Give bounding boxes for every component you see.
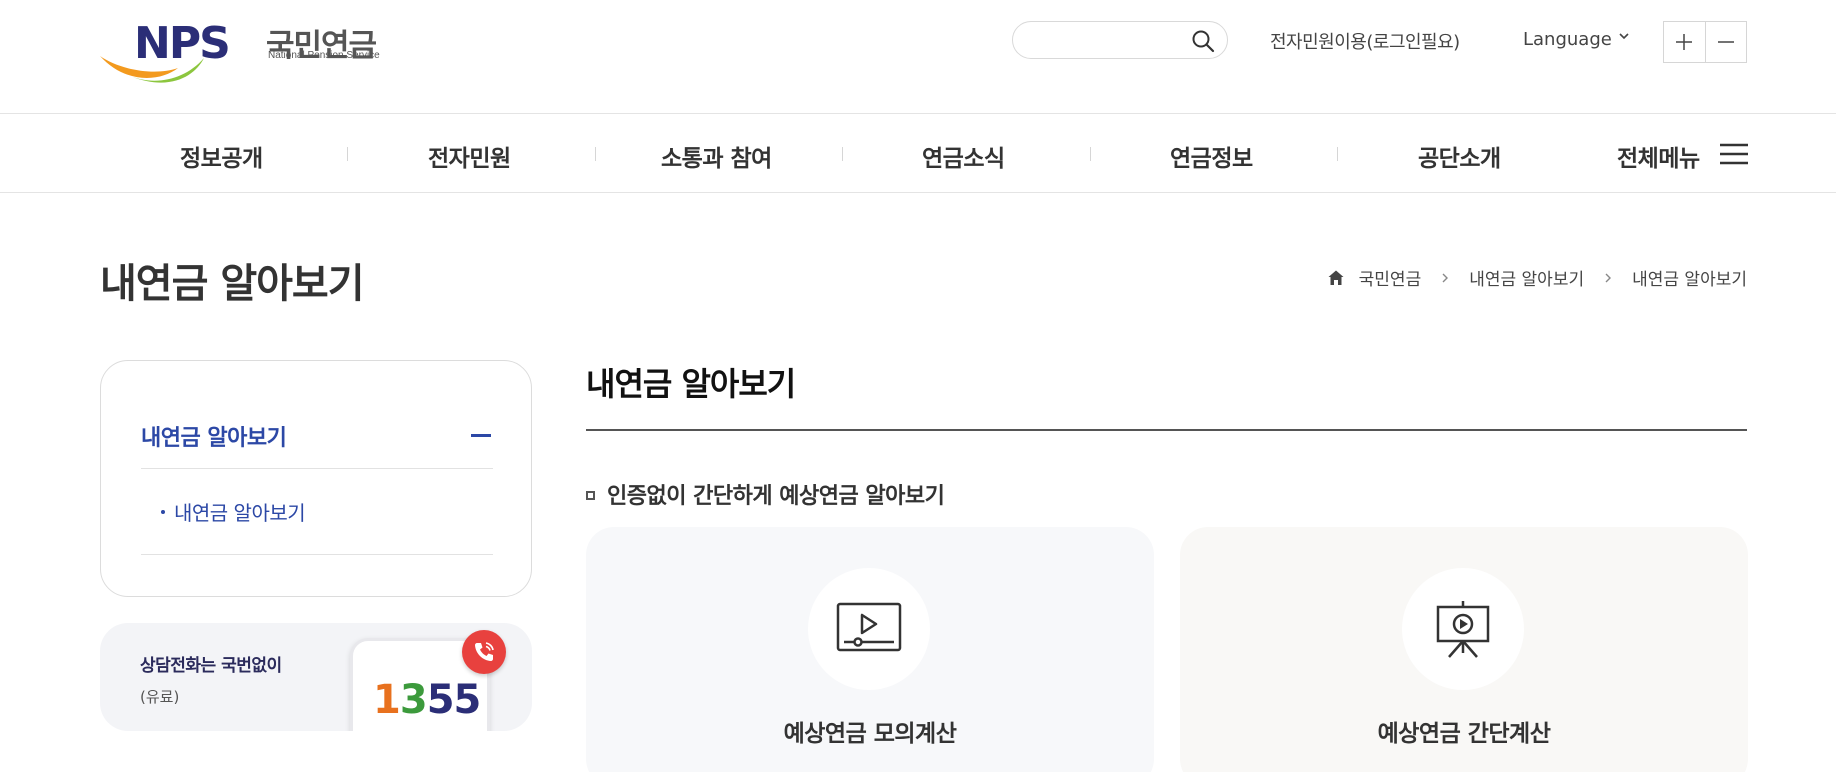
number-part: 55 — [426, 677, 482, 723]
search-button[interactable] — [1191, 29, 1215, 53]
chevron-down-icon — [1619, 33, 1629, 40]
section-heading: 인증없이 간단하게 예상연금 알아보기 — [586, 478, 945, 510]
bullet-dot-icon — [161, 509, 165, 514]
search-box — [1012, 21, 1228, 59]
side-menu: 내연금 알아보기 내연금 알아보기 — [100, 360, 532, 597]
language-label: Language — [1523, 29, 1612, 50]
gnb-item-e-civil[interactable]: 전자민원 — [428, 139, 511, 173]
card-pension-mock-calculation[interactable]: 예상연금 모의계산 — [586, 527, 1154, 772]
page-title: 내연금 알아보기 — [100, 261, 365, 307]
hamburger-menu-icon[interactable] — [1720, 142, 1748, 166]
side-menu-sub-item-label: 내연금 알아보기 — [174, 501, 306, 525]
card-icon-circle — [808, 568, 930, 690]
video-play-icon — [836, 602, 902, 652]
divider — [141, 468, 493, 469]
nps-logo-mark: NPS — [100, 18, 231, 83]
collapse-minus-icon[interactable] — [471, 434, 491, 437]
language-selector[interactable]: Language — [1523, 29, 1629, 50]
call-center-number: 1355 — [373, 677, 482, 723]
square-bullet-icon — [586, 491, 595, 500]
card-icon-circle — [1402, 568, 1524, 690]
section-heading-text: 인증없이 간단하게 예상연금 알아보기 — [607, 484, 945, 509]
call-banner-subtitle: (유료) — [140, 688, 180, 706]
minus-icon — [1717, 41, 1734, 43]
number-part: 3 — [399, 677, 428, 723]
chevron-right-icon — [1442, 273, 1449, 282]
gnb-item-pension-info[interactable]: 연금정보 — [1170, 139, 1253, 173]
site-header: NPS 국민연금 National Pension Service 전자민원이용… — [0, 0, 1836, 113]
nps-logo[interactable]: NPS 국민연금 National Pension Service — [100, 18, 380, 88]
plus-icon — [1676, 34, 1693, 50]
content-title-divider — [586, 429, 1747, 431]
gnb-item-pension-news[interactable]: 연금소식 — [922, 139, 1005, 173]
presentation-play-icon — [1436, 601, 1490, 658]
phone-call-badge — [462, 630, 506, 674]
phone-icon — [475, 642, 494, 661]
breadcrumb-item[interactable]: 내연금 알아보기 — [1469, 265, 1584, 290]
gnb-divider — [595, 147, 596, 161]
gnb-divider — [1337, 147, 1338, 161]
search-icon — [1192, 30, 1215, 53]
gnb-divider — [842, 147, 843, 161]
number-part: 1 — [373, 677, 401, 723]
home-icon[interactable] — [1327, 269, 1345, 287]
logo-mark-text: NPS — [134, 18, 229, 69]
card-pension-simple-calculation[interactable]: 예상연금 간단계산 — [1180, 527, 1748, 772]
breadcrumb-item[interactable]: 국민연금 — [1359, 265, 1422, 290]
breadcrumb-current: 내연금 알아보기 — [1632, 270, 1747, 290]
chevron-right-icon — [1605, 273, 1612, 282]
gnb-divider — [347, 147, 348, 161]
card-label: 예상연금 모의계산 — [783, 721, 957, 747]
gnb-item-info-disclosure[interactable]: 정보공개 — [180, 139, 263, 173]
gnb-divider — [1090, 147, 1091, 161]
e-civil-login-link[interactable]: 전자민원이용(로그인필요) — [1270, 28, 1460, 54]
call-banner-title: 상담전화는 국번없이 — [140, 656, 282, 676]
search-input[interactable] — [1031, 28, 1181, 52]
main-navigation: 정보공개 전자민원 소통과 참여 연금소식 연금정보 공단소개 전체메뉴 — [0, 113, 1836, 193]
font-zoom-controls — [1663, 21, 1747, 63]
gnb-item-communication[interactable]: 소통과 참여 — [661, 139, 772, 173]
card-label: 예상연금 간단계산 — [1377, 721, 1551, 747]
call-center-banner: 상담전화는 국번없이 (유료) 1355 — [100, 623, 532, 731]
zoom-in-button[interactable] — [1664, 22, 1705, 62]
gnb-item-about[interactable]: 공단소개 — [1418, 139, 1501, 173]
content-title: 내연금 알아보기 — [586, 365, 796, 403]
breadcrumb: 국민연금 내연금 알아보기 내연금 알아보기 — [1327, 265, 1747, 290]
side-menu-title[interactable]: 내연금 알아보기 — [141, 420, 287, 452]
logo-english-name: National Pension Service — [268, 50, 380, 61]
side-menu-sub-item[interactable]: 내연금 알아보기 — [161, 497, 306, 526]
zoom-out-button[interactable] — [1704, 22, 1746, 62]
all-menu-button[interactable]: 전체메뉴 — [1617, 139, 1700, 173]
divider — [141, 554, 493, 555]
